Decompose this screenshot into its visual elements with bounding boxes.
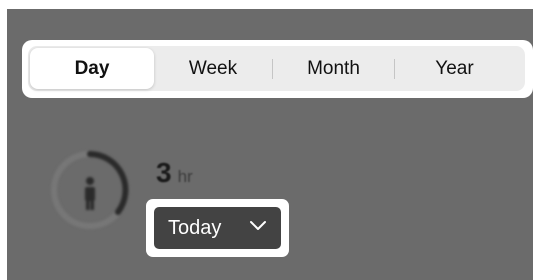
tab-year-label: Year bbox=[435, 57, 474, 79]
tab-week[interactable]: Week bbox=[154, 48, 272, 89]
period-segmented-control: Day Week Month Year bbox=[22, 40, 533, 98]
person-ring-icon bbox=[51, 151, 129, 229]
tab-day[interactable]: Day bbox=[30, 48, 154, 89]
chevron-down-icon bbox=[250, 221, 266, 230]
summary-value: 3 hr bbox=[156, 157, 193, 189]
segmented-track: Day Week Month Year bbox=[28, 46, 525, 91]
summary-number: 3 bbox=[156, 157, 172, 188]
summary-unit: hr bbox=[177, 167, 193, 186]
range-dropdown-highlight: Today bbox=[146, 199, 289, 257]
tab-month[interactable]: Month bbox=[273, 48, 394, 89]
range-dropdown-label: Today bbox=[168, 216, 222, 239]
tab-year[interactable]: Year bbox=[395, 48, 514, 89]
range-dropdown[interactable]: Today bbox=[154, 207, 281, 249]
tab-month-label: Month bbox=[307, 57, 360, 79]
tab-week-label: Week bbox=[188, 57, 238, 79]
tab-day-label: Day bbox=[74, 57, 110, 79]
